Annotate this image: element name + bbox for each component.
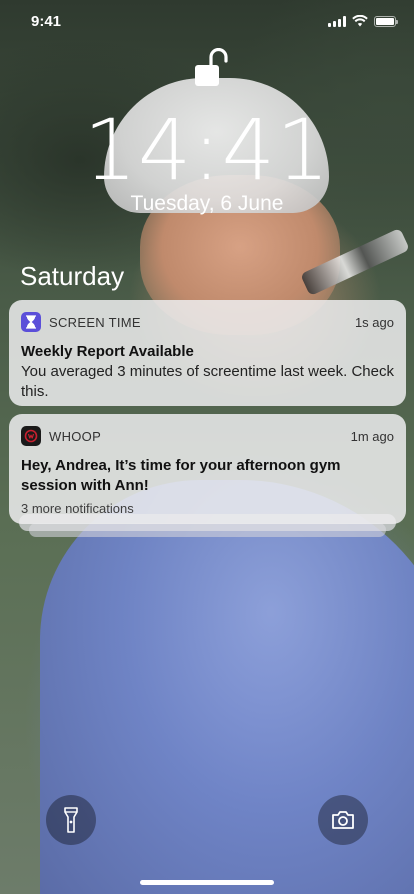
home-indicator[interactable] <box>140 880 274 885</box>
notification-body: You averaged 3 minutes of screentime las… <box>21 363 394 400</box>
whoop-icon <box>21 426 41 446</box>
notification-app-name: SCREEN TIME <box>49 314 141 330</box>
notification-time: 1s ago <box>354 314 394 330</box>
camera-icon <box>332 811 354 829</box>
notification-time: 1m ago <box>350 428 394 444</box>
notification-section-header: Saturday <box>20 261 125 291</box>
cellular-signal-icon <box>328 15 346 27</box>
status-bar: 9:41 <box>0 0 414 44</box>
flashlight-button[interactable] <box>46 795 96 845</box>
notification-whoop[interactable]: WHOOP 1m ago Hey, Andrea, It’s time for … <box>9 414 406 524</box>
lock-screen-date: Tuesday, 6 June <box>130 192 284 215</box>
wifi-icon <box>352 15 368 27</box>
notification-app-name: WHOOP <box>49 428 102 444</box>
notification-screen-time[interactable]: SCREEN TIME 1s ago Weekly Report Availab… <box>9 300 406 406</box>
battery-fill <box>376 17 394 25</box>
battery-icon <box>374 15 398 27</box>
hourglass-icon <box>21 312 41 332</box>
camera-button[interactable] <box>318 795 368 845</box>
lock-screen-clock: 14:41 <box>83 101 331 199</box>
flashlight-icon <box>64 807 78 833</box>
unlocked-padlock-icon <box>195 48 228 86</box>
notification-header: WHOOP 1m ago <box>21 425 394 447</box>
notification-header: SCREEN TIME 1s ago <box>21 311 394 333</box>
status-icons <box>328 15 398 27</box>
notification-more-count[interactable]: 3 more notifications <box>21 501 394 516</box>
notification-title: Hey, Andrea, It’s time for your afternoo… <box>21 457 341 494</box>
notification-title: Weekly Report Available <box>21 343 194 360</box>
status-time: 9:41 <box>31 13 62 30</box>
